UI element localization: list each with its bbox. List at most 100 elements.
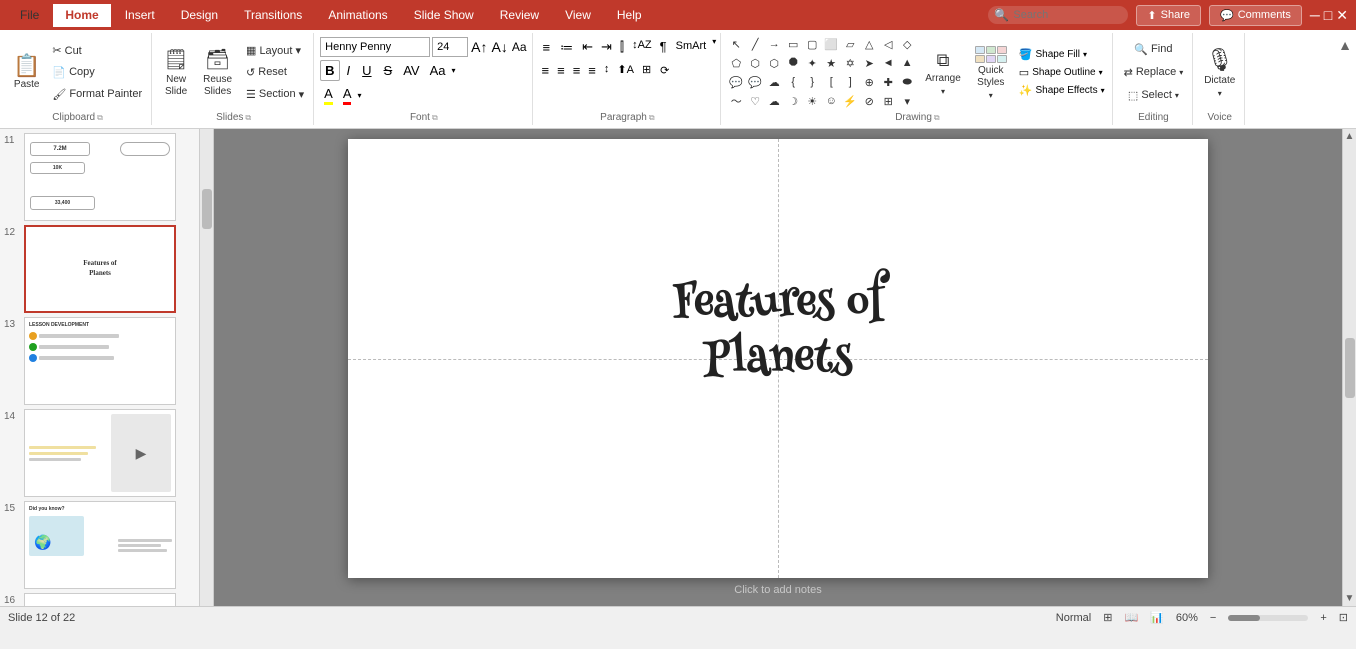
shape-brace-right[interactable]: }: [803, 73, 821, 91]
tab-file[interactable]: File: [8, 3, 51, 27]
smartart-button[interactable]: ⟳: [656, 61, 673, 80]
shape-effects-button[interactable]: ✨ Shape Effects ▾: [1016, 83, 1108, 98]
slide-thumb-12[interactable]: Features ofPlanets: [24, 225, 176, 313]
line-spacing-button[interactable]: ↕: [601, 61, 613, 80]
minimize-button[interactable]: ─: [1310, 7, 1320, 24]
shape-callout-rect[interactable]: 💬: [727, 73, 745, 91]
slide-thumb-16[interactable]: — why do you think this? —: [24, 593, 176, 606]
text-case-button[interactable]: Aa: [426, 61, 450, 80]
shape-sun[interactable]: ☀: [803, 92, 821, 110]
columns-button[interactable]: ⫿: [617, 37, 627, 59]
slideshow-view-button[interactable]: ⊞: [1103, 611, 1112, 624]
search-box[interactable]: 🔍: [988, 6, 1128, 24]
shape-moon[interactable]: ☽: [784, 92, 802, 110]
tab-view[interactable]: View: [553, 3, 603, 27]
tab-help[interactable]: Help: [605, 3, 654, 27]
shape-cross[interactable]: ✚: [879, 73, 897, 91]
notes-hint[interactable]: Click to add notes: [734, 584, 821, 596]
main-scrollbar[interactable]: ▲ ▼: [1342, 129, 1356, 606]
search-input[interactable]: [1013, 9, 1113, 21]
editing-label[interactable]: Editing: [1138, 110, 1169, 123]
font-name-input[interactable]: [320, 37, 430, 57]
reset-button[interactable]: ↺ Reset: [241, 62, 309, 82]
paragraph-label[interactable]: Paragraph ⧉: [600, 110, 654, 123]
slide-item-12[interactable]: 12 Features ofPlanets: [4, 225, 195, 313]
zoom-slider[interactable]: [1228, 615, 1308, 621]
shape-outline-button[interactable]: ▭ Shape Outline ▾: [1016, 65, 1108, 80]
slide-panel-scrollbar[interactable]: [200, 129, 214, 606]
cut-button[interactable]: ✂ Cut: [47, 41, 147, 61]
shape-octagon[interactable]: ⯃: [784, 54, 802, 72]
normal-view-button[interactable]: Normal: [1056, 612, 1091, 624]
shape-custom[interactable]: ⊞: [879, 92, 897, 110]
tab-transitions[interactable]: Transitions: [232, 3, 314, 27]
slide-item-16[interactable]: 16 — why do you think this? —: [4, 593, 195, 606]
font-label[interactable]: Font ⧉: [410, 110, 438, 123]
shape-triangle[interactable]: △: [860, 35, 878, 53]
slide-title[interactable]: Features ofPlanets: [528, 279, 1028, 388]
strikethrough-button[interactable]: S: [379, 60, 398, 81]
find-button[interactable]: 🔍 Find: [1129, 39, 1177, 59]
new-slide-button[interactable]: 🗒 NewSlide: [158, 40, 194, 105]
text-highlight-button[interactable]: A: [320, 84, 337, 107]
sort-button[interactable]: ↕AZ: [629, 37, 655, 59]
reuse-slides-button[interactable]: 🗃 ReuseSlides: [198, 40, 237, 105]
text-direction-button[interactable]: ⬆A: [614, 61, 637, 80]
presenter-view-button[interactable]: 📊: [1150, 611, 1164, 624]
shape-wave[interactable]: 〜: [727, 92, 745, 110]
bold-button[interactable]: B: [320, 60, 339, 81]
shape-flowchart[interactable]: ⬬: [898, 73, 916, 91]
clear-format-button[interactable]: Aa: [511, 39, 528, 55]
dec-indent-button[interactable]: ⇤: [579, 37, 596, 59]
shape-snip-rect[interactable]: ⬜: [822, 35, 840, 53]
shape-star5[interactable]: ★: [822, 54, 840, 72]
scroll-down-button[interactable]: ▼: [1345, 593, 1355, 604]
tab-insert[interactable]: Insert: [113, 3, 167, 27]
shape-arrow-right[interactable]: ➤: [860, 54, 878, 72]
shape-heart[interactable]: ♡: [746, 92, 764, 110]
layout-button[interactable]: ▦ Layout ▾: [241, 41, 309, 61]
align-right-button[interactable]: ≡: [570, 61, 584, 80]
font-color-button[interactable]: A: [339, 84, 356, 107]
underline-button[interactable]: U: [357, 60, 376, 81]
align-left-button[interactable]: ≡: [539, 61, 553, 80]
zoom-out-button[interactable]: −: [1210, 612, 1216, 624]
shape-arrow-left[interactable]: ◄: [879, 54, 897, 72]
tab-animations[interactable]: Animations: [316, 3, 399, 27]
slide-item-15[interactable]: 15 Did you know? 🌍: [4, 501, 195, 589]
slide-thumb-11[interactable]: 7.2M 10K 33,400: [24, 133, 176, 221]
comments-button[interactable]: 💬 Comments: [1209, 5, 1302, 26]
slide-item-11[interactable]: 11 7.2M 10K 33,400: [4, 133, 195, 221]
slide-thumb-14[interactable]: ▶: [24, 409, 176, 497]
tab-home[interactable]: Home: [53, 2, 110, 27]
char-spacing-button[interactable]: AV: [399, 61, 423, 80]
drawing-label[interactable]: Drawing ⧉: [895, 110, 939, 123]
shape-rect[interactable]: ▭: [784, 35, 802, 53]
show-formatting-button[interactable]: ¶: [657, 37, 670, 59]
slide-canvas[interactable]: Features ofPlanets: [348, 139, 1208, 578]
shape-rounded-rect[interactable]: ▢: [803, 35, 821, 53]
convert-button[interactable]: SmArt: [672, 37, 711, 59]
shape-cloud[interactable]: ☁: [765, 92, 783, 110]
zoom-in-button[interactable]: +: [1320, 612, 1326, 624]
dictate-button[interactable]: 🎙 Dictate ▾: [1199, 40, 1240, 105]
clipboard-label[interactable]: Clipboard ⧉: [52, 110, 103, 123]
fit-slide-button[interactable]: ⊡: [1339, 611, 1348, 624]
slides-label[interactable]: Slides ⧉: [216, 110, 251, 123]
select-button[interactable]: ⬚ Select ▾: [1123, 85, 1184, 105]
shape-lightning[interactable]: ⚡: [841, 92, 859, 110]
slide-item-14[interactable]: 14 ▶: [4, 409, 195, 497]
align-center-button[interactable]: ≡: [554, 61, 568, 80]
shape-arrow-line[interactable]: →: [765, 35, 783, 53]
increase-font-button[interactable]: A↑: [470, 38, 488, 56]
section-button[interactable]: ☰ Section ▾: [241, 84, 309, 104]
arrange-button[interactable]: ⧉ Arrange ▾: [920, 40, 966, 105]
shape-brace-left[interactable]: {: [784, 73, 802, 91]
paste-button[interactable]: 📋 Paste: [8, 40, 45, 105]
inc-indent-button[interactable]: ⇥: [598, 37, 615, 59]
shape-heptagon[interactable]: ⬡: [765, 54, 783, 72]
tab-design[interactable]: Design: [169, 3, 230, 27]
shape-arrow-up[interactable]: ▲: [898, 54, 916, 72]
reading-view-button[interactable]: 📖: [1124, 611, 1138, 624]
scroll-thumb[interactable]: [1345, 338, 1355, 398]
